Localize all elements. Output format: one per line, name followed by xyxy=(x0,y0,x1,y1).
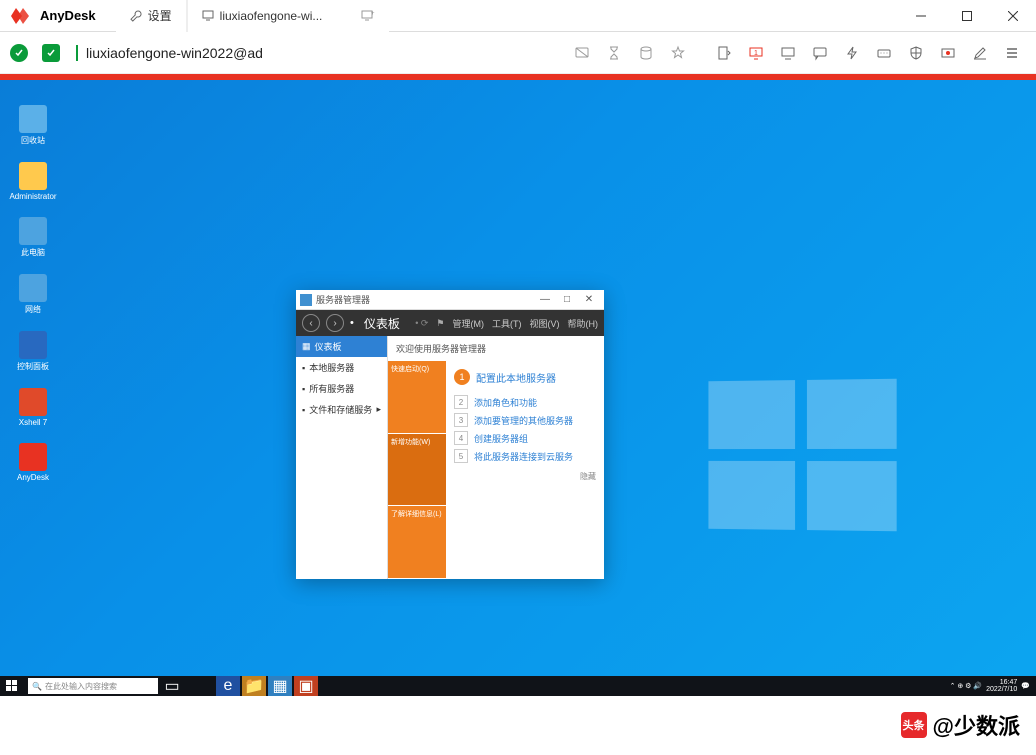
taskbar-edge[interactable]: e xyxy=(216,676,240,696)
sm-sidebar-storage[interactable]: ▪文件和存储服务▸ xyxy=(296,399,387,420)
xshell-icon xyxy=(19,388,47,416)
wrench-icon xyxy=(130,10,142,22)
file-transfer-icon[interactable] xyxy=(710,39,738,67)
monitor-icon[interactable] xyxy=(774,39,802,67)
server-manager-app-icon xyxy=(300,294,312,306)
sm-sidebar: ▦仪表板 ▪本地服务器 ▪所有服务器 ▪文件和存储服务▸ xyxy=(296,336,388,579)
tray-network-icon[interactable]: ⌃ ⊕ ⚙ 🔊 xyxy=(950,682,983,690)
windows-taskbar: 🔍在此处输入内容搜索 ▭ e 📁 ▦ ▣ ⌃ ⊕ ⚙ 🔊 16:47 2022/… xyxy=(0,676,1036,696)
sm-menu-view[interactable]: 视图(V) xyxy=(530,317,560,330)
minimize-button[interactable] xyxy=(898,0,944,32)
sm-sidebar-local[interactable]: ▪本地服务器 xyxy=(296,357,387,378)
database-icon[interactable] xyxy=(632,39,660,67)
tab-session[interactable]: liuxiaofengone-wi... xyxy=(187,0,347,32)
remote-desktop-view[interactable]: 回收站 Administrator 此电脑 网络 控制面板 Xshell 7 A… xyxy=(0,80,1036,696)
desktop-icon-xshell[interactable]: Xshell 7 xyxy=(8,388,58,427)
sm-breadcrumb: 仪表板 xyxy=(364,315,400,332)
taskbar-explorer[interactable]: 📁 xyxy=(242,676,266,696)
notification-icon[interactable]: 💬 xyxy=(1021,682,1030,690)
network-icon xyxy=(19,274,47,302)
sm-tile-whatsnew[interactable]: 新增功能(W) xyxy=(388,434,446,507)
recycle-bin-icon xyxy=(19,105,47,133)
tab-settings[interactable]: 设置 xyxy=(116,0,187,32)
monitor-icon xyxy=(202,10,214,22)
server-manager-menubar: ‹ › • 仪表板 • ⟳ ⚑ 管理(M) 工具(T) 视图(V) 帮助(H) xyxy=(296,310,604,336)
desktop-icons: 回收站 Administrator 此电脑 网络 控制面板 Xshell 7 A… xyxy=(8,105,58,482)
sm-step-3[interactable]: 3添加要管理的其他服务器 xyxy=(454,413,596,427)
keyboard-icon[interactable] xyxy=(870,39,898,67)
start-button[interactable] xyxy=(0,676,24,696)
sm-close-button[interactable]: ✕ xyxy=(578,291,600,309)
svg-text:+: + xyxy=(371,11,375,17)
hourglass-icon[interactable] xyxy=(600,39,628,67)
bottom-margin: 头条 @少数派 xyxy=(0,696,1036,755)
sm-welcome-text: 欢迎使用服务器管理器 xyxy=(388,336,604,361)
shield-icon[interactable] xyxy=(902,39,930,67)
record-icon[interactable] xyxy=(934,39,962,67)
watermark-text: @少数派 xyxy=(933,709,1020,741)
desktop-icon-anydesk[interactable]: AnyDesk xyxy=(8,443,58,482)
task-view-button[interactable]: ▭ xyxy=(160,676,184,696)
server-icon: ▪ xyxy=(302,363,305,373)
desktop-icon-network[interactable]: 网络 xyxy=(8,274,58,315)
desktop-icon-control-panel[interactable]: 控制面板 xyxy=(8,331,58,372)
watermark: 头条 @少数派 xyxy=(901,709,1020,741)
flag-icon[interactable]: ⚑ xyxy=(436,318,444,329)
sm-step-5[interactable]: 5将此服务器连接到云服务 xyxy=(454,449,596,463)
desktop-icon-recycle[interactable]: 回收站 xyxy=(8,105,58,146)
windows-logo-icon xyxy=(708,379,896,532)
remote-address[interactable]: liuxiaofengone-win2022@ad xyxy=(76,45,263,61)
sm-menu-tools[interactable]: 工具(T) xyxy=(492,317,522,330)
sm-step-4[interactable]: 4创建服务器组 xyxy=(454,431,596,445)
sm-tile-learn[interactable]: 了解详细信息(L) xyxy=(388,506,446,579)
pencil-icon[interactable] xyxy=(966,39,994,67)
server-manager-window[interactable]: 服务器管理器 — □ ✕ ‹ › • 仪表板 • ⟳ ⚑ 管理(M) 工具(T)… xyxy=(296,290,604,579)
sm-menu-help[interactable]: 帮助(H) xyxy=(568,317,599,330)
svg-text:1: 1 xyxy=(754,50,758,57)
sm-menu-manage[interactable]: 管理(M) xyxy=(453,317,485,330)
sm-hide-link[interactable]: 隐藏 xyxy=(454,471,596,482)
anydesk-logo-icon xyxy=(8,2,36,30)
tab-new[interactable]: + xyxy=(347,0,389,32)
server-manager-titlebar: 服务器管理器 — □ ✕ xyxy=(296,290,604,310)
lightning-icon[interactable] xyxy=(838,39,866,67)
taskbar-search[interactable]: 🔍在此处输入内容搜索 xyxy=(28,678,158,694)
toutiao-badge-icon: 头条 xyxy=(901,712,927,738)
close-button[interactable] xyxy=(990,0,1036,32)
control-panel-icon xyxy=(19,331,47,359)
servers-icon: ▪ xyxy=(302,384,305,394)
sm-step-1[interactable]: 1 配置此本地服务器 xyxy=(454,369,596,385)
connection-status-icon xyxy=(10,44,28,62)
system-tray[interactable]: ⌃ ⊕ ⚙ 🔊 16:47 2022/7/10 💬 xyxy=(950,679,1036,693)
desktop-icon-user[interactable]: Administrator xyxy=(8,162,58,201)
menu-icon[interactable] xyxy=(998,39,1026,67)
sm-maximize-button[interactable]: □ xyxy=(556,291,578,309)
sm-sidebar-dashboard[interactable]: ▦仪表板 xyxy=(296,336,387,357)
storage-icon: ▪ xyxy=(302,405,305,415)
anydesk-icon xyxy=(19,443,47,471)
maximize-button[interactable] xyxy=(944,0,990,32)
star-icon[interactable] xyxy=(664,39,692,67)
sm-step-2[interactable]: 2添加角色和功能 xyxy=(454,395,596,409)
window-controls xyxy=(898,0,1036,32)
session-toolbar: liuxiaofengone-win2022@ad 1 xyxy=(0,32,1036,74)
sm-minimize-button[interactable]: — xyxy=(534,291,556,309)
computer-icon xyxy=(19,217,47,245)
sm-tile-quickstart[interactable]: 快速启动(Q) xyxy=(388,361,446,434)
folder-icon xyxy=(19,162,47,190)
anydesk-titlebar: AnyDesk 设置 liuxiaofengone-wi... + xyxy=(0,0,1036,32)
dashboard-icon: ▦ xyxy=(302,341,311,352)
chat-bubble-icon[interactable] xyxy=(806,39,834,67)
taskbar-app[interactable]: ▣ xyxy=(294,676,318,696)
sm-back-button[interactable]: ‹ xyxy=(302,314,320,332)
chat-icon[interactable] xyxy=(568,39,596,67)
taskbar-server-manager[interactable]: ▦ xyxy=(268,676,292,696)
display-1-icon[interactable]: 1 xyxy=(742,39,770,67)
sm-sidebar-all[interactable]: ▪所有服务器 xyxy=(296,378,387,399)
app-name: AnyDesk xyxy=(40,8,96,23)
sm-forward-button[interactable]: › xyxy=(326,314,344,332)
verified-icon xyxy=(42,44,60,62)
monitor-plus-icon: + xyxy=(361,10,375,22)
desktop-icon-computer[interactable]: 此电脑 xyxy=(8,217,58,258)
